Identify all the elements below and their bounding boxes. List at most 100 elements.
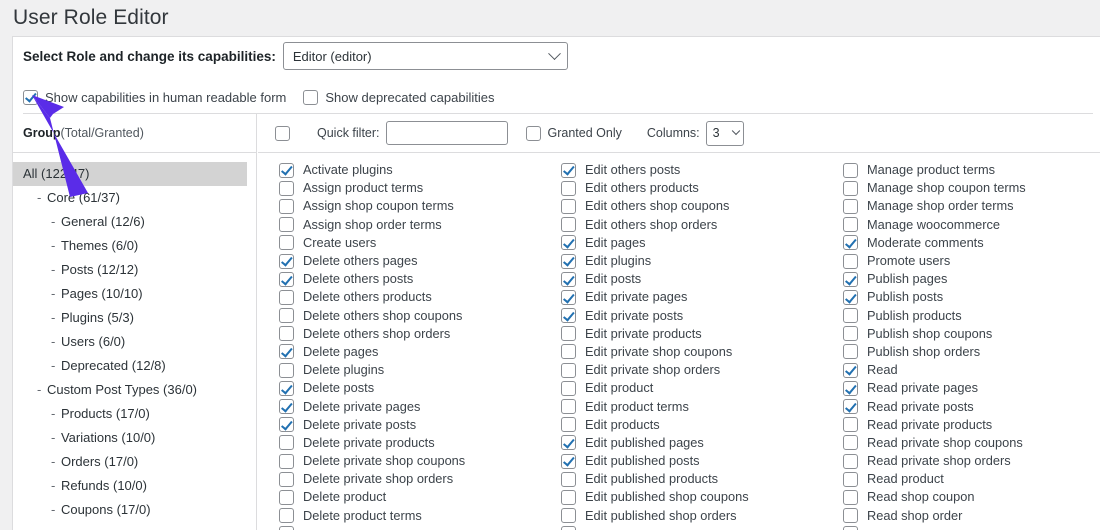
capability-checkbox[interactable] bbox=[279, 344, 294, 359]
capability-row[interactable]: Delete posts bbox=[279, 379, 559, 397]
human-readable-checkbox[interactable] bbox=[23, 90, 38, 105]
capability-row[interactable]: Delete pages bbox=[279, 343, 559, 361]
capability-row[interactable]: Promote users bbox=[843, 252, 1100, 270]
capability-row[interactable]: Delete others shop orders bbox=[279, 325, 559, 343]
capability-checkbox[interactable] bbox=[843, 417, 858, 432]
capability-checkbox[interactable] bbox=[279, 435, 294, 450]
capability-row[interactable]: Edit others shop orders bbox=[561, 216, 841, 234]
group-tree-item[interactable]: - Variations (10/0) bbox=[13, 426, 256, 450]
capability-checkbox[interactable] bbox=[279, 472, 294, 487]
capability-checkbox[interactable] bbox=[279, 272, 294, 287]
capability-row[interactable]: Delete private shop orders bbox=[279, 470, 559, 488]
capability-checkbox[interactable] bbox=[279, 254, 294, 269]
capability-row[interactable]: Edit private posts bbox=[561, 307, 841, 325]
capability-row[interactable]: Publish posts bbox=[843, 288, 1100, 306]
capability-row[interactable]: Delete product bbox=[279, 488, 559, 506]
capability-row[interactable]: Publish shop orders bbox=[843, 343, 1100, 361]
capability-checkbox[interactable] bbox=[279, 163, 294, 178]
capability-checkbox[interactable] bbox=[279, 508, 294, 523]
capability-row[interactable]: Publish shop coupons bbox=[843, 325, 1100, 343]
capability-row[interactable]: Publish pages bbox=[843, 270, 1100, 288]
human-readable-option[interactable]: Show capabilities in human readable form bbox=[23, 90, 286, 105]
capability-row[interactable]: Edit others posts bbox=[561, 161, 841, 179]
capability-row[interactable]: Manage shop coupon terms bbox=[843, 179, 1100, 197]
capability-checkbox[interactable] bbox=[843, 217, 858, 232]
capability-row[interactable]: Edit published pages bbox=[561, 434, 841, 452]
capability-checkbox[interactable] bbox=[561, 363, 576, 378]
capability-row[interactable]: Edit posts bbox=[561, 270, 841, 288]
capability-row[interactable]: Publish products bbox=[843, 307, 1100, 325]
capability-checkbox[interactable] bbox=[279, 526, 294, 530]
capability-checkbox[interactable] bbox=[279, 490, 294, 505]
group-tree-item[interactable]: - Coupons (17/0) bbox=[13, 498, 256, 522]
group-tree-item[interactable]: - Themes (6/0) bbox=[13, 234, 256, 258]
capability-checkbox[interactable] bbox=[561, 254, 576, 269]
quick-filter-input[interactable] bbox=[386, 121, 508, 145]
group-tree-item[interactable]: - Pages (10/10) bbox=[13, 282, 256, 306]
capability-row[interactable]: Edit product terms bbox=[561, 397, 841, 415]
capability-row[interactable]: Activate plugins bbox=[279, 161, 559, 179]
capability-checkbox[interactable] bbox=[279, 399, 294, 414]
capability-checkbox[interactable] bbox=[561, 290, 576, 305]
capability-row[interactable]: Manage shop order terms bbox=[843, 197, 1100, 215]
capability-row[interactable]: Delete others shop coupons bbox=[279, 307, 559, 325]
capability-row[interactable]: Delete private shop coupons bbox=[279, 452, 559, 470]
capability-checkbox[interactable] bbox=[843, 435, 858, 450]
capability-checkbox[interactable] bbox=[561, 526, 576, 530]
capability-checkbox[interactable] bbox=[843, 290, 858, 305]
group-tree-item[interactable]: - Products (17/0) bbox=[13, 402, 256, 426]
capability-row[interactable]: Read private pages bbox=[843, 379, 1100, 397]
capability-row[interactable]: Edit others products bbox=[561, 179, 841, 197]
capability-checkbox[interactable] bbox=[561, 326, 576, 341]
group-tree-item[interactable]: - Users (6/0) bbox=[13, 330, 256, 354]
capability-checkbox[interactable] bbox=[843, 454, 858, 469]
capability-row[interactable]: Delete others posts bbox=[279, 270, 559, 288]
granted-only-checkbox[interactable] bbox=[526, 126, 541, 141]
capability-checkbox[interactable] bbox=[561, 417, 576, 432]
capability-checkbox[interactable] bbox=[279, 290, 294, 305]
capability-row[interactable]: Read private shop coupons bbox=[843, 434, 1100, 452]
capability-checkbox[interactable] bbox=[843, 399, 858, 414]
capability-row[interactable]: Edit published shop coupons bbox=[561, 488, 841, 506]
capability-checkbox[interactable] bbox=[843, 254, 858, 269]
capability-checkbox[interactable] bbox=[279, 417, 294, 432]
capability-row[interactable]: Moderate comments bbox=[843, 234, 1100, 252]
capability-checkbox[interactable] bbox=[561, 472, 576, 487]
group-tree-item[interactable]: - Plugins (5/3) bbox=[13, 306, 256, 330]
capability-row[interactable]: Read shop order bbox=[843, 507, 1100, 525]
capability-checkbox[interactable] bbox=[561, 217, 576, 232]
group-tree-item[interactable]: - Core (61/37) bbox=[13, 186, 256, 210]
capability-row[interactable]: Edit private pages bbox=[561, 288, 841, 306]
capability-checkbox[interactable] bbox=[843, 272, 858, 287]
capability-checkbox[interactable] bbox=[561, 199, 576, 214]
capability-checkbox[interactable] bbox=[279, 454, 294, 469]
capability-row[interactable]: Edit plugins bbox=[561, 252, 841, 270]
capability-checkbox[interactable] bbox=[561, 435, 576, 450]
capability-row[interactable]: Edit private shop orders bbox=[561, 361, 841, 379]
capability-checkbox[interactable] bbox=[561, 308, 576, 323]
capability-row[interactable]: Edit published products bbox=[561, 470, 841, 488]
capability-checkbox[interactable] bbox=[843, 526, 858, 530]
capability-row[interactable]: Delete others pages bbox=[279, 252, 559, 270]
capability-checkbox[interactable] bbox=[561, 272, 576, 287]
capability-checkbox[interactable] bbox=[561, 181, 576, 196]
group-tree-item[interactable]: All (122/47) bbox=[13, 162, 247, 186]
role-select[interactable]: Editor (editor) bbox=[283, 42, 568, 70]
group-tree-item[interactable]: - General (12/6) bbox=[13, 210, 256, 234]
columns-select[interactable]: 3 bbox=[706, 121, 744, 146]
capability-row[interactable]: Manage woocommerce bbox=[843, 216, 1100, 234]
capability-row[interactable] bbox=[843, 525, 1100, 530]
capability-checkbox[interactable] bbox=[843, 472, 858, 487]
capability-checkbox[interactable] bbox=[843, 308, 858, 323]
capability-checkbox[interactable] bbox=[843, 381, 858, 396]
group-tree-item[interactable]: - Custom Post Types (36/0) bbox=[13, 378, 256, 402]
capability-checkbox[interactable] bbox=[843, 344, 858, 359]
capability-row[interactable]: Delete private products bbox=[279, 434, 559, 452]
capability-row[interactable]: Delete private posts bbox=[279, 416, 559, 434]
capability-row[interactable]: Create users bbox=[279, 234, 559, 252]
capability-row[interactable]: Read bbox=[843, 361, 1100, 379]
capability-row[interactable]: Delete others products bbox=[279, 288, 559, 306]
capability-checkbox[interactable] bbox=[279, 217, 294, 232]
capability-checkbox[interactable] bbox=[843, 326, 858, 341]
capability-row[interactable]: Assign shop coupon terms bbox=[279, 197, 559, 215]
